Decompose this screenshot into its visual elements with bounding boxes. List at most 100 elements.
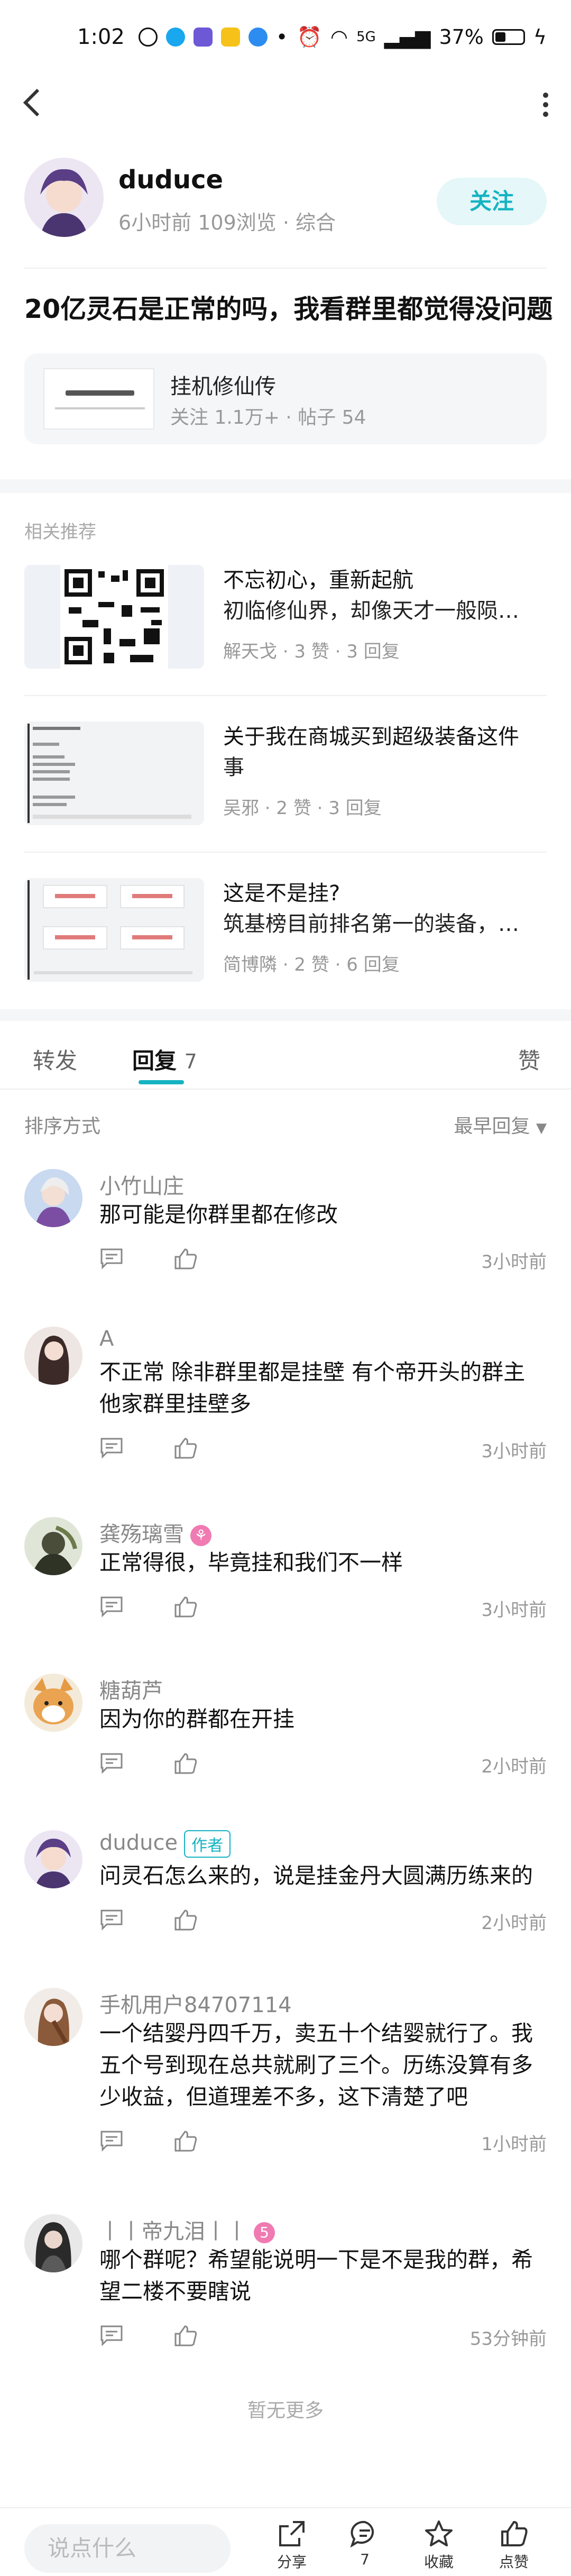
top-nav <box>0 74 571 132</box>
sort-dropdown[interactable]: 最早回复 ▼ <box>454 1111 547 1138</box>
share-button[interactable]: 分享 <box>260 2520 324 2572</box>
reply-button[interactable] <box>99 1437 124 1461</box>
comment-avatar[interactable] <box>24 1169 82 1227</box>
author-avatar[interactable] <box>24 158 104 237</box>
comment-avatar[interactable] <box>24 2214 82 2272</box>
comment-time: 3小时前 <box>481 1441 547 1462</box>
post-meta: 6小时前 109浏览 · 综合 <box>118 211 336 234</box>
author-row: duduce 6小时前 109浏览 · 综合 关注 <box>24 158 547 237</box>
comment-avatar[interactable] <box>24 1988 82 2046</box>
chat-bubble-icon <box>350 2520 374 2548</box>
caret-down-icon: ▼ <box>536 1120 547 1136</box>
reply-button[interactable] <box>99 1908 124 1933</box>
related-thumbnail <box>24 565 204 669</box>
wifi-icon: ◠ <box>330 25 348 49</box>
back-button[interactable] <box>21 86 42 125</box>
tab-reply-count: 7 <box>184 1050 197 1073</box>
comment: A 不正常 除非群里都是挂壁 有个帝开头的群主他家群里挂壁多 3小时前 <box>24 1327 547 1480</box>
forum-name: 挂机修仙传 <box>170 374 276 399</box>
sort-label: 排序方式 <box>24 1116 101 1137</box>
avatar-image <box>24 1674 82 1732</box>
divider <box>0 1089 571 1090</box>
comment-icon <box>100 1753 123 1774</box>
reply-button[interactable] <box>99 2324 124 2349</box>
comment-avatar[interactable] <box>24 1830 82 1888</box>
avatar-image <box>24 2214 82 2272</box>
divider <box>24 268 547 269</box>
comment-avatar[interactable] <box>24 1517 82 1575</box>
like-button[interactable] <box>173 2130 198 2155</box>
sort-row: 排序方式 最早回复 ▼ <box>24 1111 547 1137</box>
notification-icons: • <box>138 25 288 49</box>
comment-username[interactable]: 丨丨帝九泪丨丨 5 <box>99 2214 275 2245</box>
comment-actions: 1小时前 <box>99 2127 547 2155</box>
qq-icon <box>165 28 185 47</box>
related-item[interactable]: 不忘初心，重新起航 初临修仙界，却像天才一般陨… 解天戈 · 3 赞 · 3 回… <box>24 565 547 669</box>
like-button[interactable] <box>173 1752 198 1777</box>
comment: 小竹山庄 那可能是你群里都在修改 3小时前 <box>24 1169 547 1291</box>
related-item[interactable]: 这是不是挂? 筑基榜目前排名第一的装备，… 简博隣 · 2 赞 · 6 回复 <box>24 878 547 982</box>
tab-reply[interactable]: 回复 7 <box>132 1043 197 1075</box>
comment-username[interactable]: duduce 作者 <box>99 1830 231 1858</box>
like-button[interactable] <box>173 1247 198 1273</box>
forum-card[interactable]: 挂机修仙传 关注 1.1万+ · 帖子 54 <box>24 353 547 444</box>
battery-icon <box>492 29 525 45</box>
forum-stats: 关注 1.1万+ · 帖子 54 <box>170 407 366 428</box>
like-button[interactable] <box>173 1595 198 1621</box>
like-post-button[interactable]: 点赞 <box>482 2520 546 2572</box>
comment-time: 2小时前 <box>481 1756 547 1777</box>
tab-forward[interactable]: 转发 <box>33 1043 77 1075</box>
comment-username[interactable]: 龚殇璃雪 ⚘ <box>99 1517 211 1548</box>
comment-actions: 3小时前 <box>99 1593 547 1621</box>
comment-avatar[interactable] <box>24 1327 82 1385</box>
favorite-label: 收藏 <box>423 2553 454 2571</box>
tab-like[interactable]: 赞 <box>518 1043 540 1075</box>
related-title: 关于我在商城买到超级装备这件 <box>223 725 519 749</box>
thumbs-up-icon <box>174 1910 197 1931</box>
reply-button[interactable] <box>99 2130 124 2154</box>
comment-button[interactable]: 7 <box>333 2520 397 2568</box>
comment-input[interactable]: 说点什么 <box>24 2524 231 2573</box>
screenshot-image <box>24 721 204 825</box>
forum-thumbnail <box>43 368 154 430</box>
comment-username[interactable]: 手机用户84707114 <box>99 1988 292 2018</box>
reply-button[interactable] <box>99 1595 124 1620</box>
post-title: 20亿灵石是正常的吗，我看群里都觉得没问题 <box>24 294 553 324</box>
battery-level <box>495 32 505 42</box>
follow-button[interactable]: 关注 <box>437 178 547 225</box>
comment-icon <box>100 1596 123 1618</box>
like-button[interactable] <box>173 1908 198 1934</box>
thumbs-up-icon <box>174 1248 197 1269</box>
like-button[interactable] <box>173 2324 198 2350</box>
more-button[interactable] <box>541 89 550 126</box>
comment: duduce 作者 问灵石怎么来的，说是挂金丹大圆满历练来的 2小时前 <box>24 1830 547 1952</box>
thumbs-up-icon <box>174 2325 197 2346</box>
like-label: 点赞 <box>499 2553 529 2571</box>
share-label: 分享 <box>277 2553 307 2571</box>
comment-time: 3小时前 <box>481 1600 547 1621</box>
thumbs-up-icon <box>174 1438 197 1459</box>
comment-icon <box>100 2325 123 2346</box>
related-label: 相关推荐 <box>24 522 96 543</box>
reply-button[interactable] <box>99 1247 124 1272</box>
related-title: 不忘初心，重新起航 <box>223 568 413 592</box>
qr-code-image <box>24 565 204 669</box>
author-name[interactable]: duduce <box>118 165 223 195</box>
comment-avatar[interactable] <box>24 1674 82 1732</box>
like-button[interactable] <box>173 1437 198 1462</box>
avatar-image <box>24 158 104 237</box>
signal-icon: ▂▄▆ <box>384 25 431 49</box>
comment-username[interactable]: A <box>99 1327 114 1351</box>
comment-username[interactable]: 糖葫芦 <box>99 1674 163 1704</box>
related-title: 这是不是挂? <box>223 881 340 906</box>
favorite-button[interactable]: 收藏 <box>407 2520 471 2572</box>
thumbs-up-icon <box>174 1753 197 1774</box>
related-item[interactable]: 关于我在商城买到超级装备这件 事 吴邪 · 2 赞 · 3 回复 <box>24 721 547 825</box>
reply-button[interactable] <box>99 1752 124 1776</box>
comment-username[interactable]: 小竹山庄 <box>99 1169 184 1200</box>
thumbs-up-icon <box>174 1596 197 1618</box>
signal-label: 5G <box>356 29 376 45</box>
active-tab-indicator <box>139 1080 184 1084</box>
comment-icon <box>100 1248 123 1269</box>
comment-text: 因为你的群都在开挂 <box>99 1706 294 1732</box>
